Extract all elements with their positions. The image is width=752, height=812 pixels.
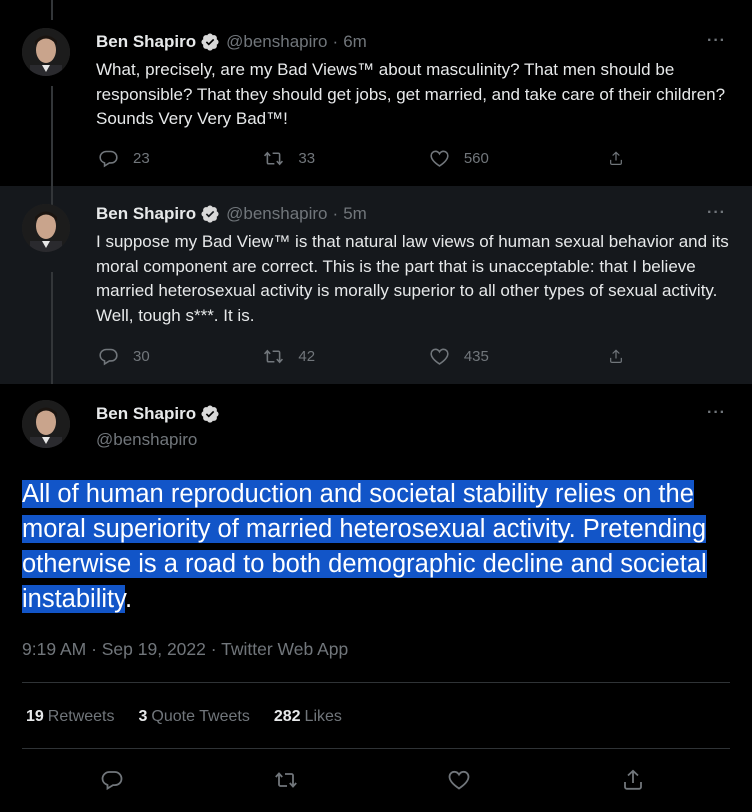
thread-tweet-2[interactable]: Ben Shapiro @benshapiro · 5m ··· I suppo… xyxy=(0,186,752,384)
tweet-header: Ben Shapiro xyxy=(96,404,220,424)
tweet-text: I suppose my Bad View™ is that natural l… xyxy=(96,232,729,325)
thread-tweet-1[interactable]: Ben Shapiro @benshapiro · 6m ··· What, p… xyxy=(0,0,752,186)
meta-separator: · xyxy=(332,204,339,223)
retweets-stat[interactable]: 19 Retweets xyxy=(26,708,115,726)
avatar[interactable] xyxy=(22,400,70,448)
share-button[interactable] xyxy=(608,346,638,367)
retweet-icon xyxy=(264,151,284,166)
thread-connector xyxy=(51,86,53,186)
tweet-time[interactable]: 5m xyxy=(343,204,367,224)
verified-badge-icon xyxy=(200,32,220,52)
reply-icon xyxy=(99,348,118,366)
share-button[interactable] xyxy=(621,768,645,797)
more-icon[interactable]: ··· xyxy=(707,204,726,222)
more-icon[interactable]: ··· xyxy=(707,404,726,422)
tweet-header: Ben Shapiro @benshapiro · 6m xyxy=(96,32,367,52)
tweet-text: All of human reproduction and societal s… xyxy=(22,477,722,617)
author-handle[interactable]: @benshapiro xyxy=(96,430,197,450)
thread-connector xyxy=(51,0,53,20)
like-count: 560 xyxy=(463,150,489,167)
tweet-actions: 30 42 435 xyxy=(98,346,638,367)
reply-count: 30 xyxy=(133,348,150,365)
divider xyxy=(22,682,730,683)
author-name[interactable]: Ben Shapiro xyxy=(96,404,196,424)
retweet-count: 33 xyxy=(298,150,316,167)
author-name[interactable]: Ben Shapiro xyxy=(96,32,196,52)
like-icon xyxy=(430,348,449,365)
retweet-button[interactable]: 42 xyxy=(263,346,428,367)
author-handle[interactable]: @benshapiro xyxy=(226,32,327,52)
tweet-text: What, precisely, are my Bad Views™ about… xyxy=(96,60,726,128)
share-icon xyxy=(624,769,642,790)
verified-badge-icon xyxy=(200,204,220,224)
reply-button[interactable]: 23 xyxy=(98,148,263,169)
more-icon[interactable]: ··· xyxy=(707,32,726,50)
share-icon xyxy=(610,151,622,165)
retweet-icon xyxy=(274,772,297,788)
tweet-time[interactable]: 6m xyxy=(343,32,367,52)
likes-stat[interactable]: 282 Likes xyxy=(274,708,342,726)
thread-connector xyxy=(51,272,53,384)
tweet-timestamp[interactable]: 9:19 AM · Sep 19, 2022 · Twitter Web App xyxy=(22,639,348,660)
avatar[interactable] xyxy=(22,204,70,252)
tweet-actions xyxy=(100,768,645,797)
retweet-button[interactable]: 33 xyxy=(263,148,428,169)
author-name[interactable]: Ben Shapiro xyxy=(96,204,196,224)
quote-tweets-stat[interactable]: 3 Quote Tweets xyxy=(139,708,250,726)
like-button[interactable]: 560 xyxy=(429,148,608,169)
like-icon xyxy=(448,770,470,790)
focused-tweet: Ben Shapiro @benshapiro ··· All of human… xyxy=(0,384,752,812)
tweet-header: Ben Shapiro @benshapiro · 5m xyxy=(96,204,367,224)
tweet-actions: 23 33 560 xyxy=(98,148,638,169)
like-button[interactable] xyxy=(447,768,471,797)
share-icon xyxy=(610,349,622,363)
tweet-text-end: . xyxy=(124,585,133,613)
meta-separator: · xyxy=(332,32,339,51)
reply-count: 23 xyxy=(133,150,150,167)
thread-connector xyxy=(51,186,53,206)
share-button[interactable] xyxy=(608,148,638,169)
reply-icon xyxy=(99,150,118,168)
reply-button[interactable] xyxy=(100,768,124,797)
author-handle[interactable]: @benshapiro xyxy=(226,204,327,224)
retweet-count: 42 xyxy=(298,348,316,365)
engagement-stats: 19 Retweets 3 Quote Tweets 282 Likes xyxy=(26,708,366,726)
like-count: 435 xyxy=(463,348,489,365)
verified-badge-icon xyxy=(200,404,220,424)
like-icon xyxy=(430,150,449,167)
retweet-icon xyxy=(264,349,284,364)
retweet-button[interactable] xyxy=(274,768,298,797)
reply-icon xyxy=(101,771,123,791)
reply-button[interactable]: 30 xyxy=(98,346,263,367)
avatar[interactable] xyxy=(22,28,70,76)
divider xyxy=(22,748,730,749)
like-button[interactable]: 435 xyxy=(429,346,608,367)
